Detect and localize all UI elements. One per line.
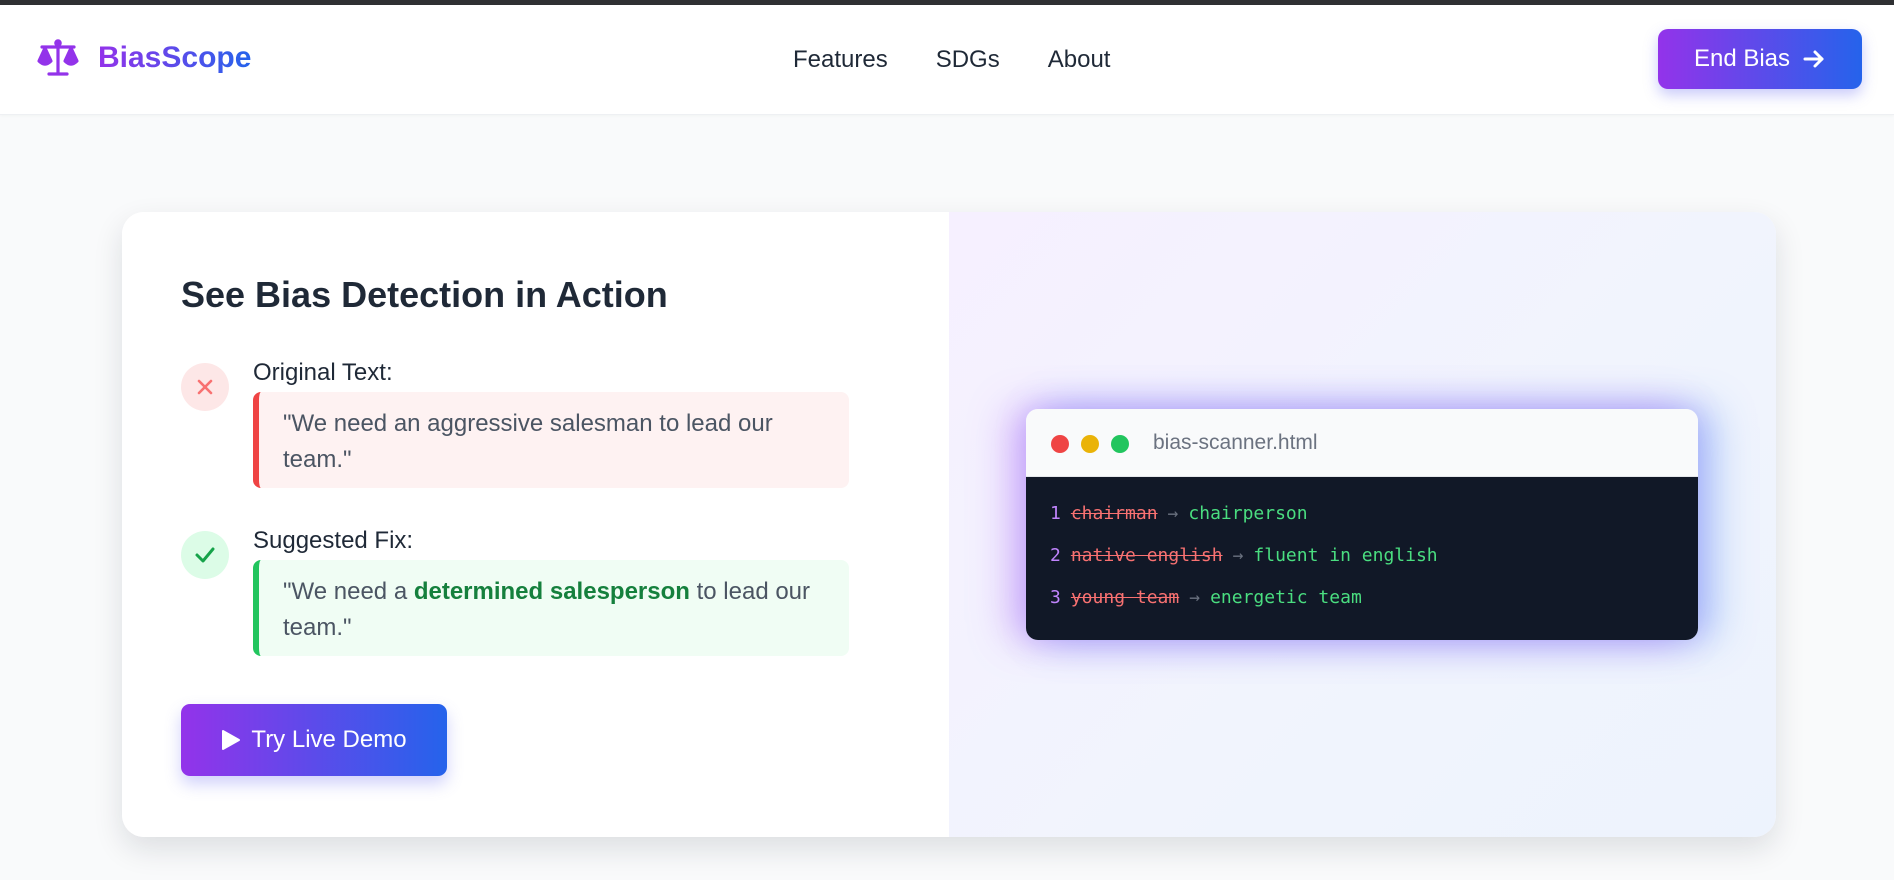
replace-arrow: → (1167, 503, 1179, 524)
line-number: 1 (1050, 503, 1061, 524)
try-live-demo-button[interactable]: Try Live Demo (181, 704, 447, 776)
nav-link-sdgs[interactable]: SDGs (936, 46, 1000, 74)
check-icon (195, 547, 215, 563)
replace-arrow: → (1189, 587, 1201, 608)
section-title: See Bias Detection in Action (181, 274, 668, 315)
brand-name: BiasScope (98, 41, 252, 74)
code-line: 2 native english → fluent in english (1050, 535, 1698, 577)
line-number: 3 (1050, 587, 1061, 608)
code-window: bias-scanner.html 1 chairman → chairperson … (1026, 409, 1698, 640)
navbar: BiasScope Features SDGs About End Bias (0, 5, 1894, 115)
line-number: 2 (1050, 545, 1061, 566)
x-icon (197, 379, 213, 395)
window-maximize-dot (1111, 435, 1129, 453)
inclusive-term: fluent in english (1253, 545, 1438, 566)
window-close-dot (1051, 435, 1069, 453)
code-filename: bias-scanner.html (1153, 431, 1318, 454)
play-icon (222, 730, 241, 750)
window-minimize-dot (1081, 435, 1099, 453)
biased-term: native english (1070, 545, 1223, 566)
original-text-box: "We need an aggressive salesman to lead … (253, 392, 849, 488)
suggested-fix-box: "We need a determined salesperson to lea… (253, 560, 849, 656)
suggested-highlight: determined salesperson (413, 578, 690, 605)
inclusive-term: chairperson (1188, 503, 1308, 524)
replace-arrow: → (1232, 545, 1244, 566)
nav-link-about[interactable]: About (1048, 46, 1111, 74)
try-live-demo-label: Try Live Demo (251, 726, 407, 753)
code-line: 1 chairman → chairperson (1050, 493, 1698, 535)
arrow-right-icon (1803, 50, 1824, 68)
demo-left-pane: See Bias Detection in Action Original Te… (122, 212, 949, 837)
code-line: 3 young team → energetic team (1050, 577, 1698, 619)
original-status-badge (181, 363, 229, 411)
nav-link-features[interactable]: Features (793, 46, 888, 74)
brand-logo-link[interactable]: BiasScope (36, 38, 251, 78)
end-bias-label: End Bias (1693, 45, 1791, 72)
inclusive-term: energetic team (1210, 587, 1362, 608)
suggested-fix-label: Suggested Fix: (253, 527, 414, 554)
code-window-titlebar: bias-scanner.html (1026, 409, 1698, 477)
code-body: 1 chairman → chairperson 2 native english → fl… (1026, 477, 1698, 640)
scale-icon (37, 39, 79, 76)
original-text-label: Original Text: (253, 359, 393, 386)
suggested-status-badge (181, 531, 229, 579)
biased-term: chairman (1070, 503, 1158, 524)
suggested-text-before: "We need a (283, 578, 414, 605)
biased-term: young team (1070, 587, 1180, 608)
nav-links: Features SDGs About (793, 46, 1110, 74)
end-bias-button[interactable]: End Bias (1658, 29, 1862, 89)
